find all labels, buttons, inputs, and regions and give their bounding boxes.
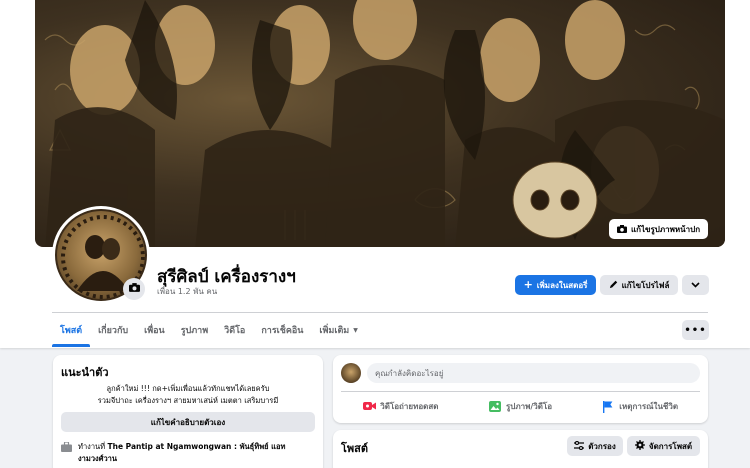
edit-cover-button[interactable]: แก้ไขรูปภาพหน้าปก [609,219,708,239]
filter-button[interactable]: ตัวกรอง [567,436,623,456]
tab-photos[interactable]: รูปภาพ [173,313,216,347]
tab-posts[interactable]: โพสต์ [52,313,91,347]
tab-label: วิดีโอ [224,326,246,336]
tab-label: โพสต์ [60,326,83,336]
photo-video-button[interactable]: รูปภาพ/วิดีโอ [461,395,581,417]
live-video-button[interactable]: วิดีโอถ่ายทอดสด [341,395,461,417]
ellipsis-icon: ••• [684,324,707,336]
edit-profile-label: แก้ไขโปรไฟล์ [621,280,670,290]
tab-label: เพิ่มเติม [319,326,350,336]
add-to-story-label: เพิ่มลงในสตอรี่ [536,280,588,290]
chevron-down-icon [691,281,700,290]
friends-count[interactable]: เพื่อน 1.2 พัน คน [157,285,217,298]
tab-videos[interactable]: วิดีโอ [216,313,253,347]
edit-cover-label: แก้ไขรูปภาพหน้าปก [630,224,701,234]
manage-posts-label: จัดการโพสต์ [648,441,693,451]
bio-line: ลูกค้าใหม่ !!! กด+เพิ่มเพื่อนแล้วทักแชทไ… [106,384,270,393]
tab-checkins[interactable]: การเช็คอิน [253,313,311,347]
camera-icon [128,283,140,295]
composer-card: คุณกำลังคิดอะไรอยู่ วิดีโอถ่ายทอดสด รูปภ… [333,355,708,423]
update-avatar-button[interactable] [123,278,145,300]
avatar[interactable] [341,363,361,383]
composer-actions: วิดีโอถ่ายทอดสด รูปภาพ/วิดีโอ เหตุการณ์ใ… [341,395,700,417]
photo-video-label: รูปภาพ/วิดีโอ [505,401,553,411]
cover-illustration [44,0,725,247]
tab-label: การเช็คอิน [261,326,304,336]
edit-profile-button[interactable]: แก้ไขโปรไฟล์ [600,275,678,295]
gear-icon [634,440,645,452]
bio-text: ลูกค้าใหม่ !!! กด+เพิ่มเพื่อนแล้วทักแชทไ… [61,383,315,407]
flag-icon [602,400,614,413]
status-composer-input[interactable]: คุณกำลังคิดอะไรอยู่ [367,363,700,383]
life-event-label: เหตุการณ์ในชีวิต [619,401,679,411]
pencil-icon [609,280,618,291]
work-place-link[interactable]: The Pantip at Ngamwongwan : พันธุ์ทิพย์ … [78,442,285,463]
intro-title: แนะนำตัว [61,366,109,379]
manage-posts-button[interactable]: จัดการโพสต์ [627,436,700,456]
tab-label: รูปภาพ [180,326,209,336]
work-info: ทำงานที่ The Pantip at Ngamwongwan : พัน… [61,441,315,465]
tab-about[interactable]: เกี่ยวกับ [90,313,136,347]
more-options-button[interactable]: ••• [682,320,709,340]
posts-title: โพสต์ [341,442,369,455]
live-video-icon [363,401,377,412]
tab-more[interactable]: เพิ่มเติม ▼ [311,313,365,347]
photo-icon [488,400,501,412]
caret-down-icon: ▼ [353,326,358,334]
life-event-button[interactable]: เหตุการณ์ในชีวิต [580,395,700,417]
tab-friends[interactable]: เพื่อน [136,313,173,347]
tab-label: เพื่อน [144,326,165,336]
plus-icon: + [523,278,533,291]
cover-photo[interactable] [35,0,725,247]
composer-divider [341,391,700,392]
intro-card: แนะนำตัว ลูกค้าใหม่ !!! กด+เพิ่มเพื่อนแล… [53,355,323,468]
filter-label: ตัวกรอง [588,441,616,451]
live-video-label: วิดีโอถ่ายทอดสด [380,401,439,411]
profile-options-button[interactable] [682,275,709,295]
edit-bio-button[interactable]: แก้ไขคำอธิบายตัวเอง [61,412,315,432]
camera-icon [616,225,627,233]
filter-icon [574,440,585,452]
work-text: ทำงานที่ The Pantip at Ngamwongwan : พัน… [78,441,315,465]
tab-label: เกี่ยวกับ [98,326,129,336]
bio-line: รวมจีปาถะ เครื่องรางฯ สายมหาเสน่ห์ เมตตา… [97,396,279,405]
profile-tabs: โพสต์ เกี่ยวกับ เพื่อน รูปภาพ วิดีโอ การ… [52,313,366,347]
work-prefix: ทำงานที่ [78,442,106,451]
briefcase-icon [61,441,72,452]
posts-header-card: โพสต์ ตัวกรอง จัดการโพสต์ [333,430,708,468]
add-to-story-button[interactable]: + เพิ่มลงในสตอรี่ [515,275,596,295]
